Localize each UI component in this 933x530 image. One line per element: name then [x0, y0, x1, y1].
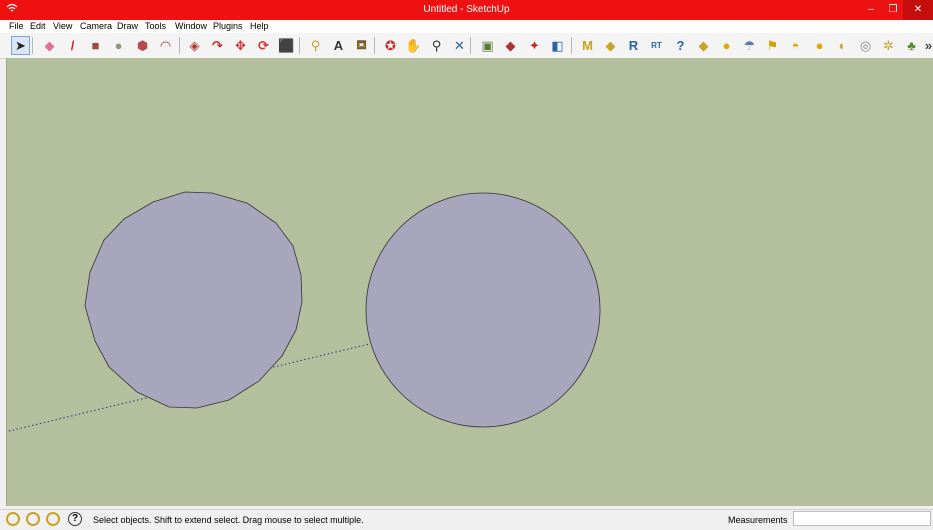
- extension-icon[interactable]: ◧: [548, 36, 567, 55]
- menu-window[interactable]: Window: [175, 21, 207, 31]
- status-message: Select objects. Shift to extend select. …: [93, 515, 364, 525]
- plugin-rt-icon[interactable]: RT: [647, 36, 666, 55]
- plugin-label-icon[interactable]: ◆: [694, 36, 713, 55]
- toolbar-separator: [179, 37, 180, 54]
- help-plugin-icon[interactable]: ?: [671, 36, 690, 55]
- render-icon[interactable]: ◎: [856, 36, 875, 55]
- menu-help[interactable]: Help: [250, 21, 269, 31]
- zoom-tool-icon[interactable]: ⚲: [427, 36, 446, 55]
- restore-button[interactable]: ❐: [883, 0, 903, 20]
- eraser-tool-icon[interactable]: ◆: [40, 36, 59, 55]
- menu-edit[interactable]: Edit: [30, 21, 46, 31]
- menu-view[interactable]: View: [53, 21, 72, 31]
- georeference-status-icon[interactable]: [6, 512, 20, 526]
- plugin-m-icon[interactable]: M: [578, 36, 597, 55]
- user-status-icon[interactable]: [46, 512, 60, 526]
- menu-tools[interactable]: Tools: [145, 21, 166, 31]
- tape-measure-tool-icon[interactable]: ⚲: [306, 36, 325, 55]
- main-toolbar: ➤ ◆ / ■ ● ⬢ ◠ ◈ ↷ ✥ ⟳ ⬛ ⚲ A ⛾ ✪ ✋ ⚲ ✕ ▣ ◆ ✦ ◧ M ◆ R RT? ◆ ● ☂ ⚑ ◓ ● ◐ ◎ ✲ ♣»: [0, 33, 933, 59]
- dome-icon[interactable]: ◓: [786, 36, 805, 55]
- toolbar-separator: [571, 37, 572, 54]
- sun-icon[interactable]: ✲: [879, 36, 898, 55]
- toolbar-separator: [374, 37, 375, 54]
- window-title: Untitled - SketchUp: [423, 4, 510, 15]
- polygon-face-left[interactable]: [84, 191, 303, 409]
- zoom-extents-tool-icon[interactable]: ✕: [450, 36, 469, 55]
- select-tool-icon[interactable]: ➤: [11, 36, 30, 55]
- menu-file[interactable]: File: [9, 21, 24, 31]
- share-model-icon[interactable]: ◆: [501, 36, 520, 55]
- menu-draw[interactable]: Draw: [117, 21, 138, 31]
- polygon-tool-icon[interactable]: ⬢: [133, 36, 152, 55]
- status-bar: ? Select objects. Shift to extend select…: [0, 509, 933, 530]
- pan-tool-icon[interactable]: ✋: [404, 36, 423, 55]
- drawing-viewport[interactable]: [0, 58, 933, 506]
- title-bar: Untitled - SketchUp – ❐ ✕: [0, 0, 933, 20]
- scale-tool-icon[interactable]: ⬛: [277, 36, 296, 55]
- flag-icon[interactable]: ⚑: [763, 36, 782, 55]
- close-button[interactable]: ✕: [903, 0, 933, 20]
- measurements-input[interactable]: [793, 511, 931, 526]
- warehouse-icon[interactable]: ▣: [478, 36, 497, 55]
- spot-light-icon[interactable]: ◐: [833, 36, 852, 55]
- push-pull-tool-icon[interactable]: ◈: [185, 36, 204, 55]
- menu-camera[interactable]: Camera: [80, 21, 112, 31]
- rectangle-tool-icon[interactable]: ■: [86, 36, 105, 55]
- orbit-tool-icon[interactable]: ✪: [381, 36, 400, 55]
- pencil-tool-icon[interactable]: /: [63, 36, 82, 55]
- plugin-r-icon[interactable]: R: [624, 36, 643, 55]
- help-status-icon[interactable]: ?: [68, 512, 82, 526]
- follow-me-tool-icon[interactable]: ↷: [208, 36, 227, 55]
- arc-tool-icon[interactable]: ◠: [156, 36, 175, 55]
- menu-bar: File Edit View Camera Draw Tools Window …: [0, 20, 933, 33]
- text-tool-icon[interactable]: A: [329, 36, 348, 55]
- menu-plugins[interactable]: Plugins: [213, 21, 243, 31]
- minimize-button[interactable]: –: [859, 0, 883, 20]
- circle-face-right[interactable]: [365, 192, 601, 428]
- paint-bucket-tool-icon[interactable]: ⛾: [352, 36, 371, 55]
- toolbar-separator: [32, 37, 33, 54]
- sphere-icon[interactable]: ●: [717, 36, 736, 55]
- model-scene[interactable]: [0, 58, 933, 506]
- ball-icon[interactable]: ●: [810, 36, 829, 55]
- more-tools-icon[interactable]: »: [919, 36, 933, 55]
- measurements-label: Measurements: [728, 515, 788, 525]
- toolbar-separator: [470, 37, 471, 54]
- circle-tool-icon[interactable]: ●: [109, 36, 128, 55]
- light-icon[interactable]: ☂: [740, 36, 759, 55]
- toolbar-separator: [299, 37, 300, 54]
- move-tool-icon[interactable]: ✥: [231, 36, 250, 55]
- components-icon[interactable]: ✦: [525, 36, 544, 55]
- plugin-tag-icon[interactable]: ◆: [601, 36, 620, 55]
- rotate-tool-icon[interactable]: ⟳: [254, 36, 273, 55]
- credits-status-icon[interactable]: [26, 512, 40, 526]
